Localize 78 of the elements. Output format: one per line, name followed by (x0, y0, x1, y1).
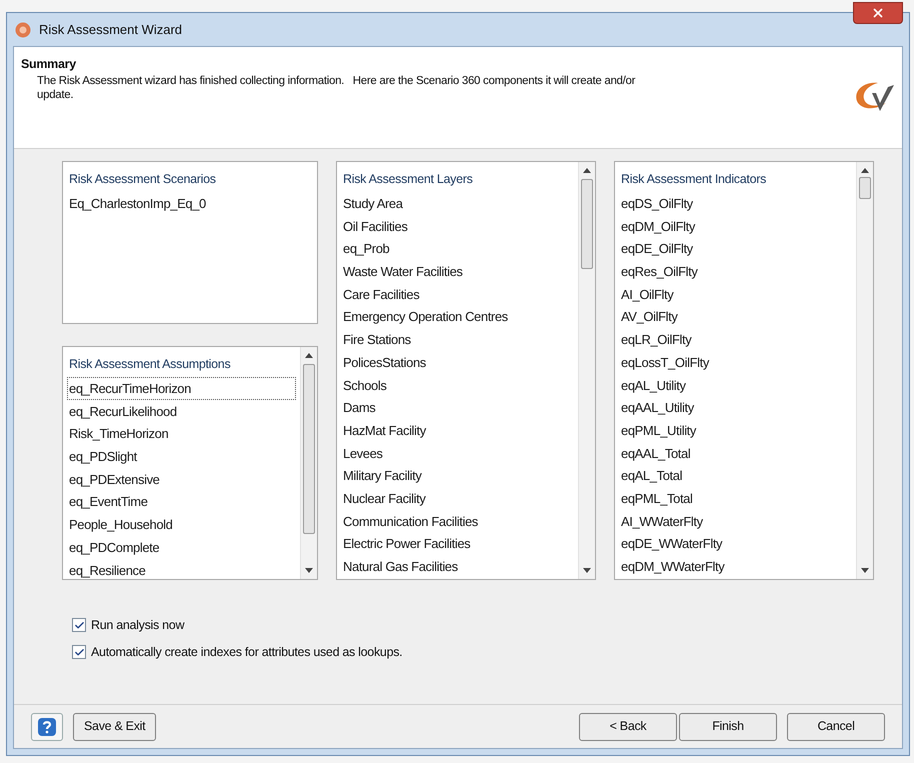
list-item[interactable]: eq_RecurLikelihood (67, 400, 296, 422)
scrollbar[interactable] (300, 347, 317, 579)
checkbox[interactable] (72, 618, 86, 632)
header-description: The Risk Assessment wizard has finished collecting information. Here are the Scenario 360 components it will create and/or update. (37, 74, 636, 102)
list-item[interactable]: Levees (341, 442, 574, 464)
down-arrow-icon (305, 568, 313, 573)
list-item[interactable]: Fire Stations (341, 328, 574, 351)
list-item[interactable]: Eq_CharlestonImp_Eq_0 (67, 192, 313, 215)
list-item[interactable]: eqAAL_Utility (619, 396, 852, 419)
list-item[interactable]: eqLossT_OilFlty (619, 350, 852, 374)
list-item[interactable]: eqLR_OilFlty (619, 328, 852, 351)
list-item[interactable]: eq_RecurTimeHorizon (67, 377, 296, 400)
list-item[interactable]: eqRes_OilFlty (619, 260, 852, 283)
list-item[interactable]: eq_PDComplete (67, 536, 296, 558)
list-item[interactable]: AV_OilFlty (619, 305, 852, 328)
down-arrow-icon (861, 568, 869, 573)
up-arrow-icon (583, 168, 591, 173)
checkbox-label: Automatically create indexes for attributes used as lookups. (91, 644, 402, 661)
list-item[interactable]: eq_PDSlight (67, 445, 296, 468)
scrollbar-thumb[interactable] (303, 364, 315, 534)
list-item[interactable]: Dams (341, 396, 574, 419)
list-item[interactable]: eq_EventTime (67, 490, 296, 514)
list-item[interactable]: eqAL_Total (619, 464, 852, 487)
list-item[interactable]: eqDM_OilFlty (619, 214, 852, 238)
dialog-button[interactable]: Cancel (787, 712, 885, 740)
list-heading: Risk Assessment Indicators (621, 171, 768, 188)
list-item[interactable]: HazMat Facility (341, 418, 574, 442)
help-button[interactable] (31, 712, 63, 740)
list-item[interactable]: eqPML_Utility (619, 418, 852, 442)
list-item[interactable]: Military Facility (341, 464, 574, 487)
list-item[interactable]: AI_WWaterFlty (619, 510, 852, 532)
checkbox-label: Run analysis now (91, 617, 184, 634)
list-heading: Risk Assessment Layers (343, 171, 474, 188)
list-item[interactable]: People_Household (67, 513, 296, 536)
scrollbar-thumb[interactable] (859, 177, 871, 199)
list-item[interactable]: eq_PDExtensive (67, 468, 296, 490)
check-icon (74, 620, 84, 631)
list-item[interactable]: PolicesStations (341, 350, 574, 374)
list-item[interactable]: eqAAL_Total (619, 442, 852, 464)
dialog-button[interactable]: < Back (579, 712, 677, 740)
list-item[interactable]: Schools (341, 374, 574, 396)
list-heading: Risk Assessment Assumptions (69, 356, 232, 373)
list-item[interactable]: Natural Gas Facilities (341, 555, 574, 578)
list-item[interactable]: Electric Power Facilities (341, 532, 574, 555)
app-icon (15, 22, 31, 38)
close-icon (871, 6, 885, 20)
close-button[interactable] (853, 2, 903, 24)
check-icon (74, 646, 84, 658)
list-item[interactable]: eqDE_OilFlty (619, 237, 852, 260)
list-item[interactable]: Emergency Operation Centres (341, 305, 574, 328)
list-item[interactable]: Risk_TimeHorizon (67, 422, 296, 446)
list-item[interactable]: Oil Facilities (341, 214, 574, 238)
list-item[interactable]: eqPML_Total (619, 486, 852, 510)
down-arrow-icon (583, 568, 591, 573)
list-item[interactable]: Communication Facilities (341, 510, 574, 532)
list-item[interactable]: Study Area (341, 192, 574, 215)
list-item[interactable]: eqDM_WWaterFlty (619, 555, 852, 578)
list-item[interactable]: Nuclear Facility (341, 486, 574, 510)
list-item[interactable]: Waste Water Facilities (341, 260, 574, 283)
scrollbar[interactable] (578, 162, 595, 579)
save-exit-button[interactable]: Save & Exit (73, 712, 156, 740)
dialog-button[interactable]: Finish (679, 712, 777, 740)
scrollbar-thumb[interactable] (581, 179, 593, 269)
list-item[interactable]: eq_Prob (341, 237, 574, 260)
window-title: Risk Assessment Wizard (39, 20, 182, 39)
up-arrow-icon (861, 168, 869, 173)
checkbox[interactable] (72, 645, 86, 660)
list-item[interactable]: eqDS_OilFlty (619, 192, 852, 215)
list-item[interactable]: eqDE_WWaterFlty (619, 532, 852, 555)
help-icon (37, 716, 57, 736)
list-item[interactable]: Care Facilities (341, 282, 574, 306)
scrollbar[interactable] (856, 162, 873, 579)
up-arrow-icon (305, 353, 313, 358)
list-item[interactable]: eq_Resilience (67, 558, 296, 579)
list-item[interactable]: AI_OilFlty (619, 282, 852, 306)
list-item[interactable]: eqAL_Utility (619, 374, 852, 396)
list-heading: Risk Assessment Scenarios (69, 171, 217, 188)
header-title: Summary (21, 56, 77, 73)
